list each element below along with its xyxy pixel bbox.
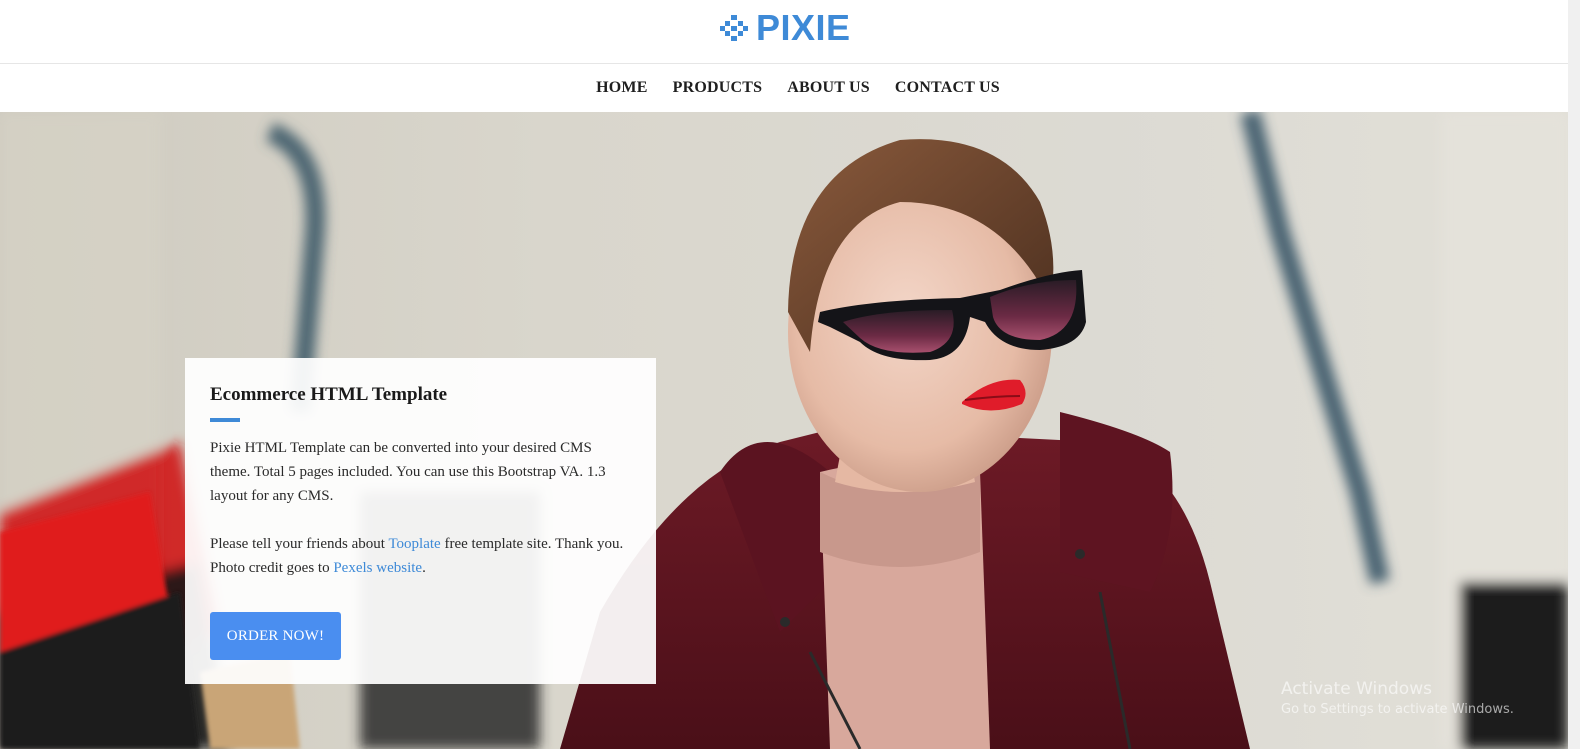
card-paragraph-2: Please tell your friends about Tooplate … <box>210 532 631 580</box>
title-underline <box>210 418 240 422</box>
order-now-button[interactable]: ORDER NOW! <box>210 612 341 660</box>
site-logo[interactable]: PIXIE <box>720 8 851 48</box>
page-scrollbar[interactable] <box>1568 0 1580 749</box>
nav-item-products[interactable]: PRODUCTS <box>660 79 775 97</box>
site-header: PIXIE <box>0 0 1568 64</box>
paragraph-2-text-end: . <box>422 560 426 576</box>
hero-card: Ecommerce HTML Template Pixie HTML Templ… <box>185 358 656 684</box>
activate-windows-watermark: Activate Windows Go to Settings to activ… <box>1281 678 1514 719</box>
tooplate-link[interactable]: Tooplate <box>388 536 440 552</box>
watermark-line-2: Go to Settings to activate Windows. <box>1281 702 1514 717</box>
logo-text: PIXIE <box>756 7 851 48</box>
pexels-website-link[interactable]: Pexels website <box>333 560 422 576</box>
nav-item-about-us[interactable]: ABOUT US <box>775 79 883 97</box>
nav-list: HOME PRODUCTS ABOUT US CONTACT US <box>584 79 1013 97</box>
card-paragraph-1: Pixie HTML Template can be converted int… <box>210 440 606 504</box>
nav-item-contact-us[interactable]: CONTACT US <box>882 79 1012 97</box>
pixel-diamond-logo-icon <box>720 15 748 41</box>
nav-item-home[interactable]: HOME <box>584 79 660 97</box>
paragraph-2-text-start: Please tell your friends about <box>210 536 389 552</box>
watermark-line-1: Activate Windows <box>1281 679 1432 699</box>
main-nav: HOME PRODUCTS ABOUT US CONTACT US <box>0 64 1568 112</box>
card-title: Ecommerce HTML Template <box>210 384 448 405</box>
hero-banner: Ecommerce HTML Template Pixie HTML Templ… <box>0 112 1568 749</box>
